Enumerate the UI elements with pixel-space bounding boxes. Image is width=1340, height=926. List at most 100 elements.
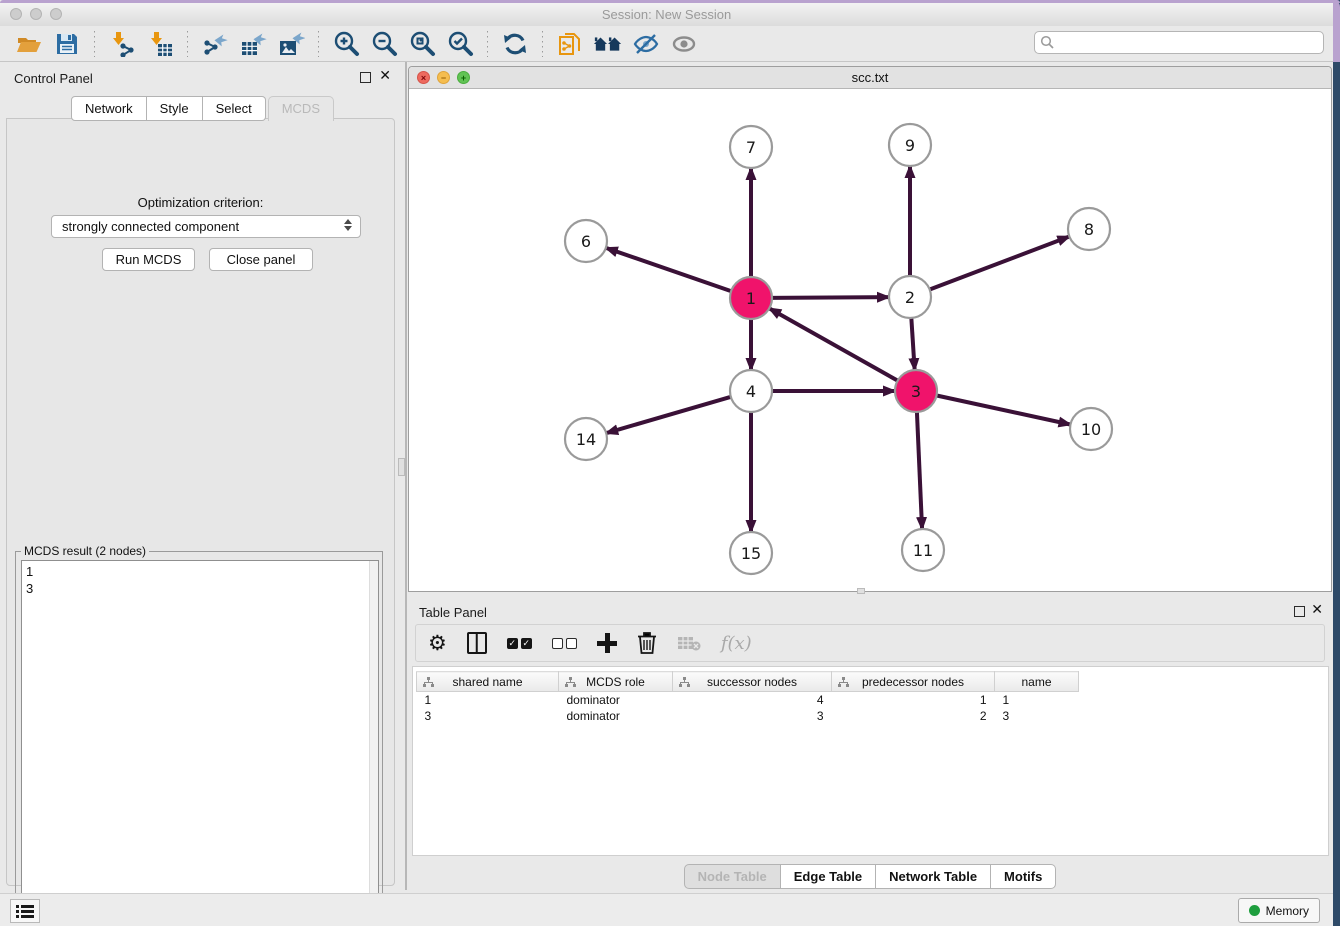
- graph-edge-2-3[interactable]: [911, 317, 914, 371]
- graph-edge-1-2[interactable]: [771, 297, 890, 298]
- optimization-criterion-value: strongly connected component: [62, 219, 239, 234]
- table-cell[interactable]: 3: [995, 708, 1079, 724]
- tab-select[interactable]: Select: [203, 96, 266, 121]
- splitter-handle-horizontal[interactable]: [857, 588, 865, 594]
- import-table-icon[interactable]: [145, 30, 175, 58]
- node-table[interactable]: shared nameMCDS rolesuccessor nodesprede…: [412, 666, 1329, 856]
- import-network-icon[interactable]: [107, 30, 137, 58]
- task-list-icon: [16, 904, 34, 918]
- add-column-icon[interactable]: [597, 629, 617, 657]
- table-cell[interactable]: 1: [417, 692, 559, 708]
- table-cell[interactable]: 1: [832, 692, 995, 708]
- zoom-in-icon[interactable]: [331, 30, 361, 58]
- delete-table-icon-disabled: [677, 629, 701, 657]
- graph-edge-2-8[interactable]: [929, 236, 1071, 290]
- table-cell[interactable]: 2: [832, 708, 995, 724]
- tab-style[interactable]: Style: [147, 96, 203, 121]
- graph-node-label-10: 10: [1081, 420, 1101, 439]
- close-table-panel-icon[interactable]: ✕: [1311, 601, 1323, 618]
- result-scrollbar[interactable]: [369, 561, 378, 924]
- tab-edge-table[interactable]: Edge Table: [781, 864, 876, 889]
- minimize-network-icon[interactable]: −: [437, 71, 450, 84]
- column-header-predecessor-nodes[interactable]: predecessor nodes: [832, 672, 995, 692]
- tab-mcds[interactable]: MCDS: [268, 96, 334, 121]
- column-header-mcds-role[interactable]: MCDS role: [559, 672, 673, 692]
- maximize-network-icon[interactable]: +: [457, 71, 470, 84]
- window-right-border: [1333, 0, 1340, 62]
- refresh-layout-icon[interactable]: [500, 30, 530, 58]
- graph-edge-4-14[interactable]: [605, 397, 732, 434]
- search-icon: [1040, 35, 1055, 50]
- tab-network[interactable]: Network: [71, 96, 147, 121]
- table-row[interactable]: 3dominator323: [417, 708, 1079, 724]
- memory-button[interactable]: Memory: [1238, 898, 1320, 923]
- search-input[interactable]: [1034, 31, 1324, 54]
- save-session-icon[interactable]: [52, 30, 82, 58]
- float-table-panel-icon[interactable]: [1294, 606, 1305, 617]
- mcds-panel: Optimization criterion: strongly connect…: [6, 118, 395, 886]
- window-top-border: [0, 0, 1340, 3]
- search-field[interactable]: [1034, 31, 1324, 54]
- close-window-icon[interactable]: [10, 8, 22, 20]
- table-cell[interactable]: 3: [417, 708, 559, 724]
- open-session-icon[interactable]: [14, 30, 44, 58]
- run-mcds-button[interactable]: Run MCDS: [102, 248, 195, 271]
- zoom-out-icon[interactable]: [369, 30, 399, 58]
- column-header-name[interactable]: name: [995, 672, 1079, 692]
- show-all-icon[interactable]: [669, 30, 699, 58]
- close-panel-button[interactable]: Close panel: [209, 248, 313, 271]
- network-graph[interactable]: 7968124314101511: [409, 89, 1331, 592]
- network-view-titlebar[interactable]: × − + scc.txt: [409, 67, 1331, 89]
- table-cell[interactable]: 3: [673, 708, 832, 724]
- task-history-button[interactable]: [10, 899, 40, 923]
- float-panel-icon[interactable]: [360, 72, 371, 83]
- table-cell[interactable]: dominator: [559, 692, 673, 708]
- graph-node-label-3: 3: [911, 382, 921, 401]
- first-neighbors-icon[interactable]: [593, 30, 623, 58]
- table-panel-title: Table Panel: [419, 605, 487, 620]
- select-all-columns-icon[interactable]: ✓✓: [507, 629, 532, 657]
- graph-node-label-4: 4: [746, 382, 756, 401]
- zoom-window-icon[interactable]: [50, 8, 62, 20]
- optimization-criterion-select[interactable]: strongly connected component: [51, 215, 361, 238]
- toolbar-separator: [487, 31, 488, 57]
- splitter-handle-vertical[interactable]: [398, 458, 405, 476]
- export-network-icon[interactable]: [200, 30, 230, 58]
- hide-selected-icon[interactable]: [631, 30, 661, 58]
- tab-network-table[interactable]: Network Table: [876, 864, 991, 889]
- table-settings-icon[interactable]: ⚙: [428, 629, 447, 657]
- duplicate-network-icon[interactable]: [555, 30, 585, 58]
- column-header-successor-nodes[interactable]: successor nodes: [673, 672, 832, 692]
- graph-edge-1-6[interactable]: [605, 248, 732, 292]
- graph-node-label-6: 6: [581, 232, 591, 251]
- graph-node-label-11: 11: [913, 541, 933, 560]
- table-cell[interactable]: dominator: [559, 708, 673, 724]
- column-header-shared-name[interactable]: shared name: [417, 672, 559, 692]
- window-controls[interactable]: [10, 8, 62, 20]
- close-network-icon[interactable]: ×: [417, 71, 430, 84]
- export-image-icon[interactable]: [276, 30, 306, 58]
- delete-column-icon[interactable]: [637, 629, 657, 657]
- graph-edge-3-1[interactable]: [768, 308, 898, 381]
- graph-node-label-8: 8: [1084, 220, 1094, 239]
- main-toolbar: [0, 26, 1333, 62]
- minimize-window-icon[interactable]: [30, 8, 42, 20]
- zoom-selected-icon[interactable]: [445, 30, 475, 58]
- close-panel-icon[interactable]: ✕: [379, 67, 391, 84]
- graph-edge-3-10[interactable]: [936, 395, 1072, 425]
- table-row[interactable]: 1dominator411: [417, 692, 1079, 708]
- tab-motifs[interactable]: Motifs: [991, 864, 1056, 889]
- graph-edge-3-11[interactable]: [917, 411, 922, 530]
- graph-node-label-15: 15: [741, 544, 761, 563]
- table-cell[interactable]: 1: [995, 692, 1079, 708]
- table-cell[interactable]: 4: [673, 692, 832, 708]
- toolbar-separator: [94, 31, 95, 57]
- tab-node-table[interactable]: Node Table: [684, 864, 781, 889]
- unselect-all-columns-icon[interactable]: [552, 629, 577, 657]
- mcds-result-textarea[interactable]: 1 3: [21, 560, 379, 925]
- export-table-icon[interactable]: [238, 30, 268, 58]
- memory-button-label: Memory: [1266, 904, 1309, 918]
- network-window-controls[interactable]: × − +: [417, 71, 470, 84]
- split-panel-icon[interactable]: [467, 629, 487, 657]
- zoom-fit-icon[interactable]: [407, 30, 437, 58]
